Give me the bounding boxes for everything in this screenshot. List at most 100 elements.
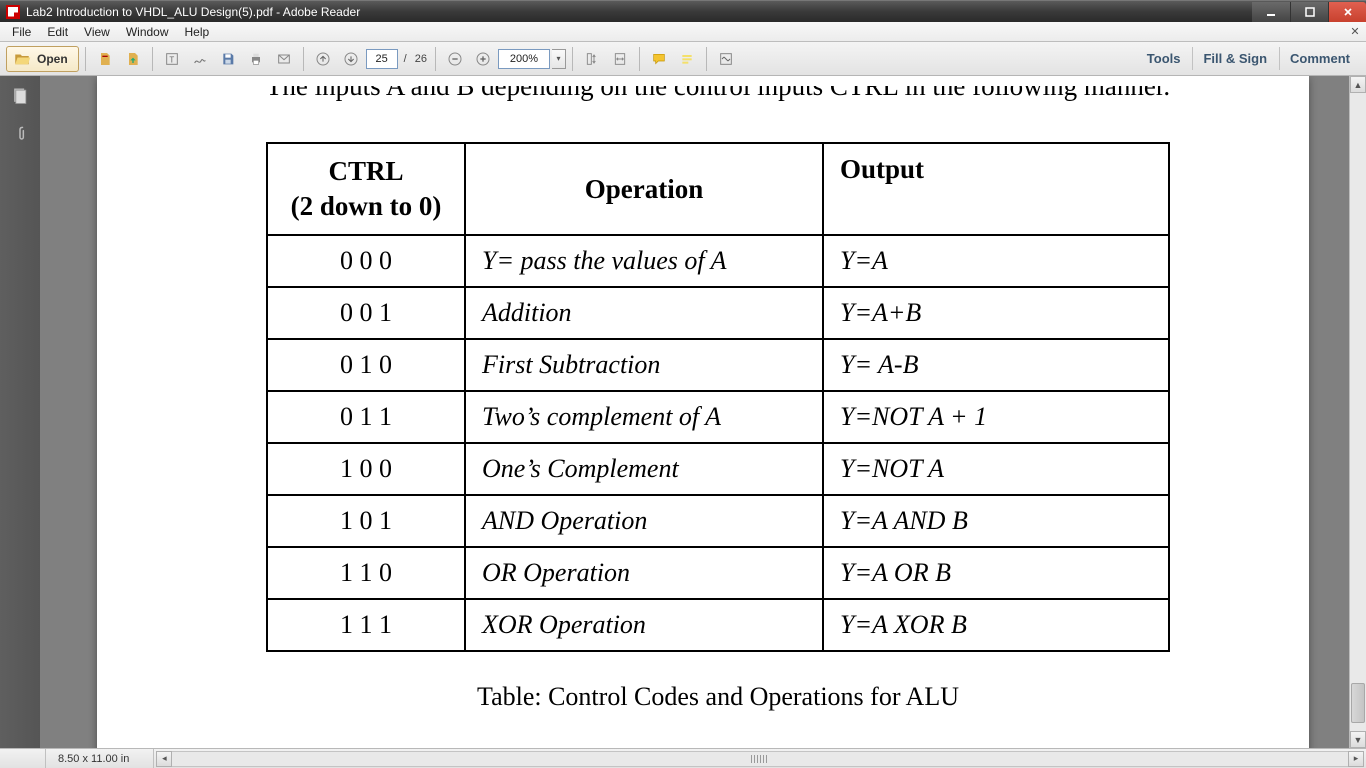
svg-text:T: T [169,55,174,64]
table-row: 0 1 0First SubtractionY= A-B [267,339,1169,391]
header-ctrl: CTRL (2 down to 0) [267,143,465,235]
statusbar: 8.50 x 11.00 in ◂ ▸ [0,748,1366,768]
menu-view[interactable]: View [76,23,118,41]
cell-output: Y=NOT A [823,443,1169,495]
toolbar-separator [85,47,86,71]
minimize-button[interactable] [1252,2,1290,22]
cell-ctrl: 1 1 0 [267,547,465,599]
maximize-button[interactable] [1290,2,1328,22]
navigation-pane [0,76,40,748]
cell-output: Y=A+B [823,287,1169,339]
toolbar-separator [706,47,707,71]
zoom-value[interactable]: 200% [498,49,550,69]
cell-operation: XOR Operation [465,599,823,651]
create-pdf-button[interactable] [92,46,118,72]
content-area: The inputs A and B depending on the cont… [0,76,1366,748]
table-row: 0 0 1AdditionY=A+B [267,287,1169,339]
cell-operation: OR Operation [465,547,823,599]
toolbar-separator [152,47,153,71]
hscroll-track[interactable] [172,751,1348,767]
header-ctrl-line1: CTRL [328,156,403,186]
menu-help[interactable]: Help [177,23,218,41]
window-titlebar: Lab2 Introduction to VHDL_ALU Design(5).… [0,0,1366,22]
open-button[interactable]: Open [6,46,79,72]
cell-operation: Y= pass the values of A [465,235,823,287]
cell-operation: First Subtraction [465,339,823,391]
zoom-dropdown-button[interactable]: ▾ [552,49,566,69]
menu-window[interactable]: Window [118,23,177,41]
app-icon [6,5,20,19]
print-button[interactable] [243,46,269,72]
open-button-label: Open [37,52,68,66]
hscroll-grip [751,755,769,763]
page-thumbnails-icon[interactable] [8,84,32,108]
scroll-down-button[interactable]: ▼ [1350,731,1366,748]
menu-edit[interactable]: Edit [39,23,76,41]
cell-ctrl: 0 0 0 [267,235,465,287]
tools-panel-button[interactable]: Tools [1137,47,1191,70]
table-body: 0 0 0Y= pass the values of AY=A 0 0 1Add… [267,235,1169,651]
table-row: 1 0 0One’s ComplementY=NOT A [267,443,1169,495]
zoom-in-button[interactable] [470,46,496,72]
prev-page-button[interactable] [310,46,336,72]
header-ctrl-line2: (2 down to 0) [291,191,442,221]
table-header-row: CTRL (2 down to 0) Operation Output [267,143,1169,235]
fit-page-button[interactable] [579,46,605,72]
email-button[interactable] [271,46,297,72]
toolbar-separator [435,47,436,71]
toolbar-separator [639,47,640,71]
export-pdf-button[interactable] [120,46,146,72]
cell-ctrl: 1 0 0 [267,443,465,495]
cell-output: Y=NOT A + 1 [823,391,1169,443]
page-dimensions: 8.50 x 11.00 in [45,749,154,768]
alu-operations-table: CTRL (2 down to 0) Operation Output 0 0 … [266,142,1170,652]
toolbar-separator [572,47,573,71]
add-text-button[interactable]: T [159,46,185,72]
cell-ctrl: 0 0 1 [267,287,465,339]
toolbar-separator [303,47,304,71]
highlight-button[interactable] [674,46,700,72]
fit-width-button[interactable] [607,46,633,72]
document-viewer[interactable]: The inputs A and B depending on the cont… [40,76,1366,748]
cell-ctrl: 1 0 1 [267,495,465,547]
table-caption: Table: Control Codes and Operations for … [237,682,1199,712]
scroll-track[interactable] [1350,93,1366,731]
zoom-out-button[interactable] [442,46,468,72]
cell-operation: Two’s complement of A [465,391,823,443]
cell-ctrl: 0 1 0 [267,339,465,391]
window-controls [1252,2,1366,22]
vertical-scrollbar[interactable]: ▲ ▼ [1349,76,1366,748]
horizontal-scrollbar[interactable]: ◂ ▸ [156,751,1364,767]
cell-output: Y=A AND B [823,495,1169,547]
fill-sign-panel-button[interactable]: Fill & Sign [1192,47,1277,70]
page-number-input[interactable] [366,49,398,69]
comment-panel-button[interactable]: Comment [1279,47,1360,70]
scroll-right-button[interactable]: ▸ [1348,751,1364,767]
pdf-page: The inputs A and B depending on the cont… [97,76,1309,748]
close-button[interactable] [1328,2,1366,22]
cell-operation: One’s Complement [465,443,823,495]
menubar-close-icon[interactable]: ✕ [1348,24,1362,38]
table-row: 1 1 0OR OperationY=A OR B [267,547,1169,599]
menubar: File Edit View Window Help ✕ [0,22,1366,42]
scroll-up-button[interactable]: ▲ [1350,76,1366,93]
cell-output: Y=A XOR B [823,599,1169,651]
page-separator: / [404,53,407,65]
header-operation: Operation [465,143,823,235]
table-row: 1 1 1XOR OperationY=A XOR B [267,599,1169,651]
menu-file[interactable]: File [4,23,39,41]
truncated-text-line: The inputs A and B depending on the cont… [237,86,1199,102]
cell-output: Y= A-B [823,339,1169,391]
header-output: Output [823,143,1169,235]
sign-button[interactable] [187,46,213,72]
next-page-button[interactable] [338,46,364,72]
attachments-icon[interactable] [8,122,32,146]
cell-operation: AND Operation [465,495,823,547]
scroll-left-button[interactable]: ◂ [156,751,172,767]
cell-ctrl: 0 1 1 [267,391,465,443]
read-mode-button[interactable] [713,46,739,72]
save-button[interactable] [215,46,241,72]
scroll-thumb[interactable] [1351,683,1365,723]
comment-bubble-button[interactable] [646,46,672,72]
cell-output: Y=A [823,235,1169,287]
